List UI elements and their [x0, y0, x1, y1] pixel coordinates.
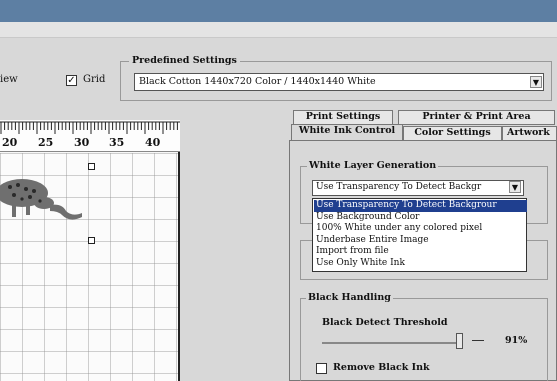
cheetah-artwork-image[interactable] — [0, 163, 90, 233]
tab-label: Printer & Print Area — [422, 111, 531, 122]
resize-handle-top[interactable] — [88, 163, 95, 170]
tab-color-settings[interactable]: Color Settings — [403, 126, 502, 141]
white-layer-options-list[interactable]: Use Transparency To Detect Backgrour Use… — [312, 198, 527, 272]
tab-label: Color Settings — [414, 127, 491, 138]
remove-black-ink-label: Remove Black Ink — [333, 362, 430, 373]
grid-checkbox[interactable]: ✓ — [66, 75, 77, 86]
window-titlebar — [0, 0, 557, 22]
predefined-settings-select[interactable]: Black Cotton 1440x720 Color / 1440x1440 … — [134, 73, 544, 91]
tab-printer-print-area[interactable]: Printer & Print Area — [398, 110, 555, 125]
ruler-label: 40 — [145, 136, 161, 149]
chevron-down-icon[interactable]: ▼ — [530, 76, 542, 88]
predefined-settings-value: Black Cotton 1440x720 Color / 1440x1440 … — [139, 76, 376, 87]
grid-label: Grid — [83, 74, 106, 85]
resize-handle-middle[interactable] — [88, 237, 95, 244]
ruler-label: 35 — [109, 136, 125, 149]
tab-label: Artwork — [507, 127, 550, 138]
tab-label: White Ink Control — [298, 125, 396, 136]
ruler-label: 30 — [74, 136, 90, 149]
option-use-transparency[interactable]: Use Transparency To Detect Backgrour — [314, 200, 527, 212]
design-grid[interactable] — [0, 153, 178, 381]
option-import-from-file[interactable]: Import from file — [314, 246, 527, 258]
view-label[interactable]: iew — [0, 74, 18, 85]
tab-print-settings[interactable]: Print Settings — [293, 110, 393, 125]
black-detect-threshold-label: Black Detect Threshold — [322, 317, 448, 328]
option-underbase-entire-image[interactable]: Underbase Entire Image — [314, 235, 527, 247]
threshold-slider-track[interactable] — [322, 342, 462, 344]
tab-white-ink-control[interactable]: White Ink Control — [291, 124, 403, 141]
option-100-white-under-colored[interactable]: 100% White under any colored pixel — [314, 223, 527, 235]
menu-strip — [0, 22, 557, 38]
white-layer-select[interactable]: Use Transparency To Detect Backgr — [312, 180, 524, 196]
remove-black-ink-checkbox[interactable] — [316, 363, 327, 374]
white-layer-title: White Layer Generation — [307, 160, 439, 171]
slider-end-marker — [472, 340, 484, 341]
threshold-slider-thumb[interactable] — [456, 333, 463, 349]
horizontal-ruler: 20 25 30 35 40 — [0, 120, 182, 152]
chevron-down-icon[interactable]: ▼ — [509, 181, 521, 193]
black-handling-title: Black Handling — [306, 292, 393, 303]
ruler-label: 25 — [38, 136, 54, 149]
ruler-label: 20 — [2, 136, 18, 149]
option-use-only-white-ink[interactable]: Use Only White Ink — [314, 258, 527, 270]
option-use-background-color[interactable]: Use Background Color — [314, 212, 527, 224]
threshold-value: 91% — [505, 335, 528, 346]
predefined-settings-title: Predefined Settings — [129, 55, 240, 66]
tab-label: Print Settings — [305, 111, 381, 122]
tab-artwork[interactable]: Artwork — [502, 126, 557, 141]
white-layer-selected-value: Use Transparency To Detect Backgr — [316, 182, 482, 192]
